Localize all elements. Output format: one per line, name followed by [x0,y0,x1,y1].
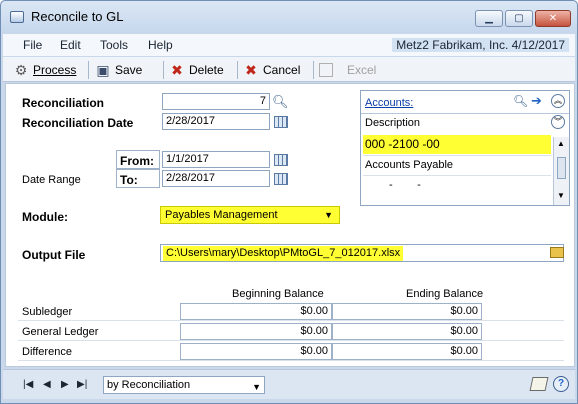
toolbar: ⚙ Process ▣ Save ✖ Delete ✖ Cancel Excel [3,57,575,82]
reconciliation-label: Reconciliation [22,96,105,110]
subledger-ending: $0.00 [332,303,482,320]
account-blank-segments: - - [389,179,421,191]
delete-button[interactable]: ✖ Delete [169,61,224,79]
reconciliation-lookup-icon[interactable]: 🔍︎ [272,94,289,110]
reconcile-window: Reconcile to GL ▁ ▢ ✕ File Edit Tools He… [0,0,578,404]
to-label: To: [120,173,138,187]
dropdown-arrow-icon: ▼ [252,382,261,392]
subledger-row: Subledger $0.00 $0.00 [18,302,564,321]
toolbar-separator [88,61,89,79]
delete-label: Delete [189,63,224,77]
collapse-up-icon[interactable]: ︽ [551,94,565,108]
excel-icon [319,63,333,77]
floppy-disk-icon: ▣ [96,62,110,78]
process-button[interactable]: ⚙ Process [13,61,77,79]
scroll-up-arrow-icon[interactable]: ▲ [557,139,565,148]
calendar-icon[interactable] [274,116,288,128]
account-blank-row[interactable]: - - [363,175,551,194]
module-select[interactable]: Payables Management ▼ [160,206,340,224]
close-button[interactable]: ✕ [535,10,571,27]
difference-ending: $0.00 [332,343,482,360]
from-label: From: [120,154,154,168]
calendar-icon[interactable] [274,154,288,166]
general-ledger-beginning: $0.00 [180,323,332,340]
from-date-field[interactable]: 1/1/2017 [162,151,270,168]
module-value: Payables Management [165,209,278,221]
output-file-path: C:\Users\mary\Desktop\PMtoGL_7_012017.xl… [163,246,404,261]
save-button[interactable]: ▣ Save [95,61,142,79]
date-range-label: Date Range [22,174,81,186]
to-date-field[interactable]: 2/28/2017 [162,170,270,187]
sort-by-value: by Reconciliation [107,379,191,391]
menu-help[interactable]: Help [148,38,173,52]
last-record-icon[interactable]: ▶| [77,379,87,390]
folder-icon[interactable] [550,247,564,258]
maximize-button[interactable]: ▢ [505,10,533,27]
first-record-icon[interactable]: |◀ [23,379,33,390]
previous-record-icon[interactable]: ◀ [43,379,51,390]
arrow-right-icon[interactable]: ➔ [531,93,542,109]
help-icon[interactable]: ? [553,376,569,392]
account-number-row[interactable]: 000 -2100 -00 [363,135,551,154]
title-bar[interactable]: Reconcile to GL ▁ ▢ ✕ [1,1,577,33]
ending-balance-header: Ending Balance [406,288,484,300]
calendar-icon[interactable] [274,173,288,185]
subledger-beginning: $0.00 [180,303,332,320]
excel-button[interactable]: Excel [319,61,376,79]
scroll-thumb[interactable] [557,157,566,179]
difference-row: Difference $0.00 $0.00 [18,342,564,361]
window-app-icon [10,11,24,23]
account-description: Accounts Payable [365,159,454,171]
general-ledger-ending: $0.00 [332,323,482,340]
next-record-icon[interactable]: ▶ [61,379,69,390]
window-title: Reconcile to GL [31,9,124,24]
difference-beginning: $0.00 [180,343,332,360]
cancel-x-icon: ✖ [245,62,257,78]
reconciliation-date-label: Reconciliation Date [22,116,134,130]
cancel-button[interactable]: ✖ Cancel [243,61,300,79]
excel-label: Excel [347,63,377,77]
expand-down-icon[interactable]: ︾ [551,115,565,129]
account-description-row[interactable]: Accounts Payable [363,155,551,174]
navigation-bar: |◀ ◀ ▶ ▶| by Reconciliation ▼ ? [3,369,575,399]
accounts-divider [361,113,569,114]
toolbar-separator [313,61,314,79]
toolbar-separator [237,61,238,79]
dropdown-arrow-icon: ▼ [324,210,333,220]
company-date-info: Metz2 Fabrikam, Inc. 4/12/2017 [392,38,569,52]
output-file-field[interactable]: C:\Users\mary\Desktop\PMtoGL_7_012017.xl… [160,244,564,262]
accounts-scrollbar[interactable]: ▲ ▼ [553,137,569,205]
menu-bar: File Edit Tools Help Metz2 Fabrikam, Inc… [3,34,575,56]
process-label: Process [33,63,77,77]
gears-icon: ⚙ [14,62,28,78]
scroll-down-arrow-icon[interactable]: ▼ [557,191,565,200]
minimize-button[interactable]: ▁ [475,10,503,27]
accounts-panel: Accounts: 🔍︎ ➔ ︽ Description ︾ 000 -2100… [360,90,570,206]
accounts-lookup-icon[interactable]: 🔍︎ [513,94,528,108]
cancel-label: Cancel [263,63,301,77]
sort-by-select[interactable]: by Reconciliation ▼ [103,376,265,394]
menu-tools[interactable]: Tools [100,38,128,52]
reconciliation-number-field[interactable]: 7 [162,93,270,110]
module-label: Module: [22,210,68,224]
description-column-header: Description [365,117,421,129]
save-label: Save [115,63,143,77]
main-content: Reconciliation 7 🔍︎ Reconciliation Date … [5,83,575,367]
account-number: 000 -2100 -00 [365,137,440,151]
toolbar-separator [163,61,164,79]
note-icon[interactable] [529,377,549,391]
general-ledger-label: General Ledger [22,326,99,338]
delete-x-icon: ✖ [171,62,183,78]
menu-file[interactable]: File [23,38,42,52]
general-ledger-row: General Ledger $0.00 $0.00 [18,322,564,341]
subledger-label: Subledger [22,306,73,318]
beginning-balance-header: Beginning Balance [232,288,324,300]
output-file-label: Output File [22,248,86,262]
menu-edit[interactable]: Edit [60,38,81,52]
accounts-link[interactable]: Accounts: [365,97,413,109]
reconciliation-date-field[interactable]: 2/28/2017 [162,113,270,130]
difference-label: Difference [22,346,72,358]
